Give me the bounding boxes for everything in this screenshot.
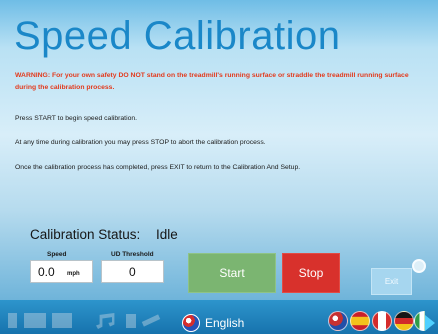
speed-value: 0.0 [38,265,55,279]
calibration-status-label: Calibration Status: [30,227,141,242]
germany-flag-icon[interactable] [394,311,414,331]
instruction-start: Press START to begin speed calibration. [15,115,138,122]
language-selector[interactable]: English [182,314,244,332]
usa-flag-icon[interactable] [328,311,348,331]
status-indicator-icon [412,259,426,273]
exit-button[interactable]: Exit [371,268,412,295]
next-arrow-icon[interactable] [425,315,435,331]
instruction-exit: Once the calibration process has complet… [15,164,301,171]
usb-icon[interactable] [8,313,17,328]
page-title: Speed Calibration [14,14,341,58]
instruction-stop: At any time during calibration you may p… [15,139,266,146]
stop-button[interactable]: Stop [282,253,340,293]
keyboard-icon[interactable] [24,313,46,328]
threshold-field[interactable]: 0 [101,260,164,283]
screen-icon[interactable] [52,313,72,328]
speed-unit: mph [67,271,80,277]
threshold-label: UD Threshold [111,251,154,258]
start-button[interactable]: Start [188,253,276,293]
canada-flag-icon[interactable] [372,311,392,331]
globe-icon [182,314,200,332]
threshold-value: 0 [129,265,136,279]
warning-message: WARNING: For your own safety DO NOT stan… [15,72,409,91]
calibration-status-value: Idle [156,227,178,242]
pen-icon[interactable] [126,314,136,328]
speed-label: Speed [47,251,67,258]
language-label: English [205,316,245,330]
spain-flag-icon[interactable] [350,311,370,331]
speed-field[interactable]: 0.0 mph [30,260,93,283]
